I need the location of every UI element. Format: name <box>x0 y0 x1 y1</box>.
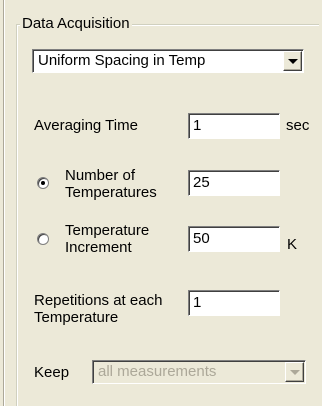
chevron-down-icon <box>290 370 300 375</box>
spacing-mode-value: Uniform Spacing in Temp <box>38 52 206 69</box>
temperature-increment-input[interactable]: 50 <box>188 226 280 252</box>
number-of-temperatures-input[interactable]: 25 <box>188 170 280 196</box>
number-of-temperatures-label: Number of Temperatures <box>65 167 180 201</box>
averaging-time-label: Averaging Time <box>34 117 138 134</box>
repetitions-input[interactable]: 1 <box>188 290 280 316</box>
temperature-increment-label-line1: Temperature <box>65 222 150 239</box>
data-acquisition-groupbox <box>16 24 319 406</box>
number-of-temperatures-radio[interactable] <box>37 177 49 189</box>
spacing-mode-dropdown-button[interactable] <box>283 51 302 71</box>
temperature-increment-label-line2: Increment <box>65 239 132 256</box>
number-of-temperatures-label-line1: Number of <box>65 167 136 184</box>
keep-dropdown-button[interactable] <box>285 362 304 382</box>
spacing-mode-select[interactable]: Uniform Spacing in Temp <box>32 49 304 73</box>
averaging-time-unit: sec <box>286 117 310 134</box>
temperature-increment-label: Temperature Increment <box>65 222 180 256</box>
keep-label: Keep <box>34 364 70 381</box>
keep-value: all measurements <box>98 363 217 380</box>
averaging-time-input[interactable]: 1 <box>188 113 280 139</box>
number-of-temperatures-label-line2: Temperatures <box>65 184 157 201</box>
repetitions-label: Repetitions at each Temperature <box>34 292 194 326</box>
group-title: Data Acquisition <box>20 15 132 33</box>
repetitions-label-line2: Temperature <box>34 309 119 326</box>
keep-select[interactable]: all measurements <box>92 360 306 384</box>
temperature-increment-unit: K <box>287 236 298 253</box>
chevron-down-icon <box>288 59 298 64</box>
data-acquisition-panel: Data Acquisition Uniform Spacing in Temp… <box>0 0 322 406</box>
left-divider-highlight <box>4 0 5 406</box>
repetitions-label-line1: Repetitions at each <box>34 292 163 309</box>
temperature-increment-radio[interactable] <box>37 233 49 245</box>
radio-selected-dot <box>41 181 45 185</box>
